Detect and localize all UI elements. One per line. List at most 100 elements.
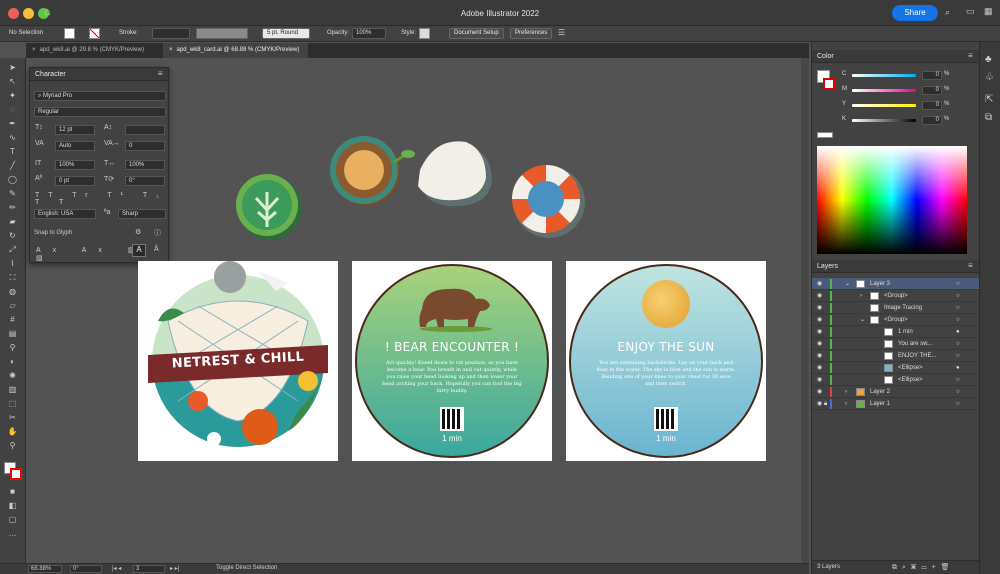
target-icon[interactable]: ● [956, 362, 960, 374]
direct-selection-icon[interactable]: ↖ [6, 76, 19, 87]
gradient-icon[interactable]: ▤ [6, 328, 19, 339]
artboard-netrest[interactable]: NETREST & CHILL [138, 261, 338, 461]
glyph-snap-icon[interactable]: A [132, 244, 146, 257]
arrange-documents-icon[interactable]: ▭ [966, 6, 975, 17]
tab-apd-wk8-card[interactable]: × apd_wk8_card.ai @ 68.88 % (CMYK/Preview… [163, 43, 308, 58]
lasso-icon[interactable]: ◌ [6, 104, 19, 115]
layer-row-layer-3[interactable]: ◉ ⌄ Layer 3 ○ [812, 278, 980, 290]
screen-mode-icon[interactable]: ▢ [6, 514, 19, 525]
stroke-color-swatch[interactable] [823, 78, 835, 90]
channel-k-slider[interactable] [852, 119, 916, 122]
fill-swatch[interactable] [64, 28, 75, 39]
visibility-eye-icon[interactable]: ◉ [817, 290, 822, 302]
rock-icon[interactable] [418, 141, 492, 207]
tracking-field[interactable]: 0 [125, 141, 165, 151]
font-size-field[interactable]: 12 pt [55, 125, 95, 135]
hand-icon[interactable]: ✋ [6, 426, 19, 437]
visibility-eye-icon[interactable]: ◉ [817, 398, 822, 410]
magic-wand-icon[interactable]: ✦ [6, 90, 19, 101]
panel-menu-icon[interactable]: ≡ [968, 51, 973, 60]
visibility-eye-icon[interactable]: ◉ [817, 326, 822, 338]
font-style-field[interactable]: Regular [34, 107, 166, 117]
layer-row-ellipse-2[interactable]: ◉ <Ellipse> ○ [812, 374, 980, 386]
stroke-color-icon[interactable] [10, 468, 22, 480]
target-icon[interactable]: ○ [956, 374, 960, 386]
artboard-nav-prev-icon[interactable]: |◂ ◂ [112, 565, 121, 572]
target-icon[interactable]: ○ [956, 314, 960, 326]
none-color-swatch[interactable] [817, 132, 833, 138]
align-icon[interactable]: ☰ [558, 28, 565, 37]
kerning-field[interactable]: Auto [55, 141, 95, 151]
zoom-field[interactable]: 68.88% [28, 565, 62, 573]
type-tool-icon[interactable]: T [6, 146, 19, 157]
anti-aliasing-field[interactable]: Sharp [118, 209, 166, 219]
text-style-buttons[interactable]: TT Tr T¹ T₁ T T [35, 192, 168, 206]
stroke-swatch[interactable] [89, 28, 100, 39]
character-rotation-field[interactable]: 0° [125, 176, 165, 186]
scale-icon[interactable]: ⤢ [6, 244, 19, 255]
document-setup-button[interactable]: Document Setup [449, 28, 504, 39]
opacity-field[interactable]: 100% [352, 28, 386, 39]
layer-row-1-min[interactable]: ◉ 1 min ● [812, 326, 980, 338]
vertical-scale-field[interactable]: 100% [55, 160, 95, 170]
visibility-eye-icon[interactable]: ◉ [817, 386, 822, 398]
graphic-style-swatch[interactable] [419, 28, 430, 39]
artboard-sun[interactable]: ENJOY THE SUN You are swimming backstrok… [566, 261, 766, 461]
color-panel-title[interactable]: Color [812, 50, 979, 63]
log-slice-icon[interactable] [330, 136, 415, 206]
layer-row-group[interactable]: ◉ › <Group> ○ [812, 290, 980, 302]
channel-y-value[interactable]: 0 [922, 101, 942, 110]
brush-definition-dropdown[interactable]: 5 pt. Round [262, 28, 310, 39]
visibility-eye-icon[interactable]: ◉ [817, 374, 822, 386]
chevron-down-icon[interactable]: ⌄ [860, 314, 865, 326]
horizontal-scale-field[interactable]: 100% [125, 160, 165, 170]
character-panel-title[interactable]: Character [30, 68, 168, 81]
visibility-eye-icon[interactable]: ◉ [817, 350, 822, 362]
baseline-shift-field[interactable]: 0 pt [55, 176, 95, 186]
eyedropper-icon[interactable]: ⚲ [6, 342, 19, 353]
channel-c-value[interactable]: 0 [922, 71, 942, 80]
tab-apd-wk8[interactable]: × apd_wk8.ai @ 29.8 % (CMYK/Preview) [26, 43, 163, 58]
symbols-icon[interactable]: ♧ [985, 72, 994, 83]
snap-options-icons[interactable]: Ax Ax ▨ ▨ [36, 246, 168, 262]
layer-row-image-tracing[interactable]: ◉ Image Tracing ○ [812, 302, 980, 314]
pencil-icon[interactable]: ✏ [6, 202, 19, 213]
target-icon[interactable]: ○ [956, 290, 960, 302]
workspace-icon[interactable]: ▦ [984, 6, 993, 17]
chevron-down-icon[interactable]: ⌄ [845, 278, 850, 290]
shape-builder-icon[interactable]: ◍ [6, 286, 19, 297]
zoom-icon[interactable]: ⚲ [6, 440, 19, 451]
channel-m-slider[interactable] [852, 89, 916, 92]
eraser-icon[interactable]: ▰ [6, 216, 19, 227]
lock-icon[interactable]: 🔒︎ [824, 398, 827, 410]
line-tool-icon[interactable]: ╱ [6, 160, 19, 171]
rotation-field[interactable]: 0° [70, 565, 102, 573]
target-icon[interactable]: ○ [956, 350, 960, 362]
layers-panel-title[interactable]: Layers [812, 260, 979, 273]
graph-icon[interactable]: ▥ [6, 384, 19, 395]
font-family-field[interactable]: ⌕ Myriad Pro [34, 91, 166, 101]
layer-row-ellipse-1[interactable]: ◉ <Ellipse> ● [812, 362, 980, 374]
snap-settings-icon[interactable]: ⚙ [135, 228, 141, 236]
layer-row-enjoy-the[interactable]: ◉ ENJOY THE... ○ [812, 350, 980, 362]
visibility-eye-icon[interactable]: ◉ [817, 302, 822, 314]
visibility-eye-icon[interactable]: ◉ [817, 314, 822, 326]
layer-action-icons[interactable]: ⧉⌕▣▭+🗑︎ [892, 563, 955, 572]
channel-m-value[interactable]: 0 [922, 86, 942, 95]
channel-k-value[interactable]: 0 [922, 116, 942, 125]
chevron-right-icon[interactable]: › [845, 398, 847, 410]
artboard-bear[interactable]: ! BEAR ENCOUNTER ! Act quickly! Kneel do… [352, 261, 552, 461]
stroke-weight-field[interactable] [152, 28, 190, 39]
slice-icon[interactable]: ✂ [6, 412, 19, 423]
variable-width-profile[interactable] [196, 28, 248, 39]
curvature-icon[interactable]: ∿ [6, 132, 19, 143]
target-icon[interactable]: ○ [956, 338, 960, 350]
info-icon[interactable]: ⓘ [154, 228, 161, 238]
brushes-icon[interactable]: ♣ [985, 54, 992, 65]
color-mode-icon[interactable]: ■ [6, 486, 19, 497]
draw-mode-icon[interactable]: ◧ [6, 500, 19, 511]
preferences-button[interactable]: Preferences [510, 28, 553, 39]
visibility-eye-icon[interactable]: ◉ [817, 338, 822, 350]
channel-c-slider[interactable] [852, 74, 916, 77]
transform-icon[interactable]: ⧉ [985, 112, 992, 123]
